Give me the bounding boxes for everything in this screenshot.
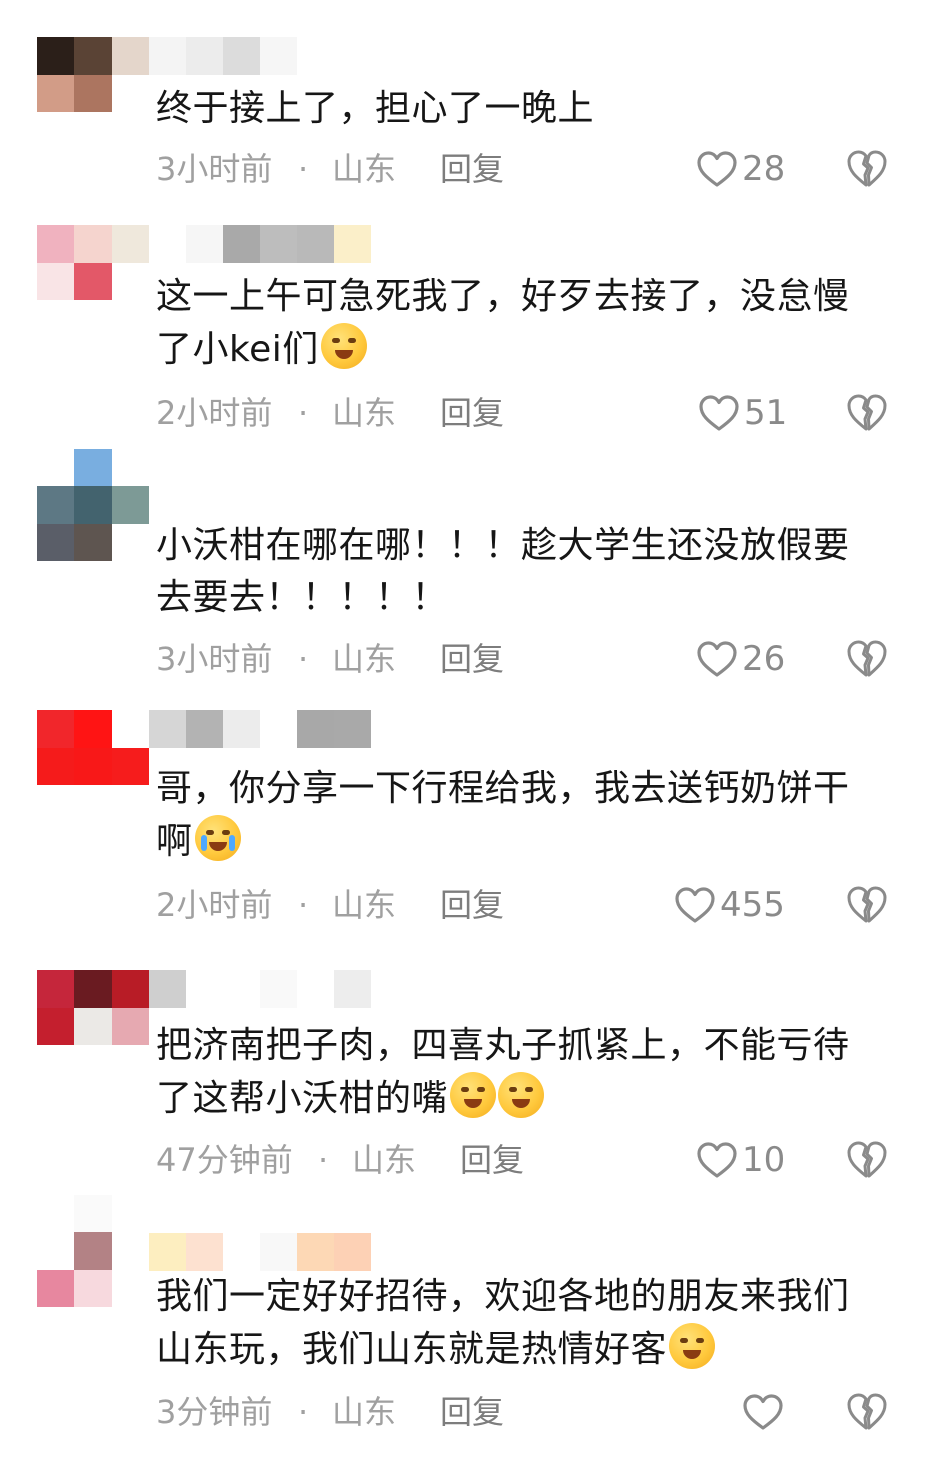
reply-button[interactable]: 回复 (440, 149, 504, 189)
comment-location: 山东 (352, 1141, 417, 1179)
comment-text: 把济南把子肉，四喜丸子抓紧上，不能亏待了这帮小沃柑的嘴 (156, 1025, 850, 1119)
like-count: 455 (720, 885, 785, 925)
avatar[interactable] (37, 37, 149, 112)
comment-meta: 2小时前 · 山东 回复 51 (156, 393, 896, 433)
comment-location: 山东 (332, 150, 397, 188)
heart-outline-icon (697, 151, 737, 187)
laughing-crying-emoji-icon (320, 323, 367, 369)
broken-heart-icon (847, 1393, 887, 1430)
like-button[interactable]: 51 (698, 393, 787, 433)
comment-time: 3小时前 (156, 640, 273, 678)
avatar[interactable] (37, 970, 149, 1045)
heart-outline-icon (743, 1394, 783, 1430)
like-button[interactable]: 28 (696, 149, 785, 189)
broken-heart-icon (847, 640, 887, 677)
comment-time: 47分钟前 (156, 1141, 293, 1179)
comment-text: 我们一定好好招待，欢迎各地的朋友来我们山东玩，我们山东就是热情好客 (156, 1276, 850, 1370)
reply-button[interactable]: 回复 (460, 1140, 524, 1180)
username-blurred[interactable] (149, 225, 371, 263)
dislike-button[interactable] (846, 637, 888, 679)
comment-location: 山东 (332, 886, 397, 924)
separator-dot: · (318, 1141, 329, 1179)
avatar[interactable] (37, 1195, 149, 1307)
avatar[interactable] (37, 225, 149, 300)
like-button[interactable]: 10 (696, 1140, 785, 1180)
username-blurred[interactable] (149, 1233, 371, 1271)
reply-button[interactable]: 回复 (440, 885, 504, 925)
like-button[interactable]: 26 (696, 639, 785, 679)
separator-dot: · (298, 394, 309, 432)
dislike-button[interactable] (846, 391, 888, 433)
comment-time: 3分钟前 (156, 1393, 273, 1431)
heart-outline-icon (697, 641, 737, 677)
reply-button[interactable]: 回复 (440, 393, 504, 433)
comment-location: 山东 (332, 1393, 397, 1431)
avatar[interactable] (37, 710, 149, 785)
heart-outline-icon (697, 1142, 737, 1178)
comment-text: 哥，你分享一下行程给我，我去送钙奶饼干啊 (156, 768, 850, 862)
broken-heart-icon (847, 394, 887, 431)
reply-button[interactable]: 回复 (440, 639, 504, 679)
like-count: 26 (742, 639, 786, 679)
separator-dot: · (298, 150, 309, 188)
dislike-button[interactable] (846, 883, 888, 925)
comment-meta: 3小时前 · 山东 回复 28 (156, 149, 896, 189)
like-button[interactable]: 455 (674, 885, 785, 925)
comment-location: 山东 (332, 394, 397, 432)
comment-text: 终于接上了，担心了一晚上 (156, 88, 595, 129)
dislike-button[interactable] (846, 1138, 888, 1180)
like-count: 10 (742, 1140, 786, 1180)
reply-button[interactable]: 回复 (440, 1392, 504, 1432)
crying-face-emoji-icon (194, 815, 241, 861)
comment-meta: 47分钟前 · 山东 回复 10 (156, 1140, 896, 1180)
comment-time: 2小时前 (156, 394, 273, 432)
dislike-button[interactable] (846, 147, 888, 189)
dislike-button[interactable] (846, 1390, 888, 1432)
hand-over-mouth-emoji-icon (450, 1072, 497, 1118)
comment-time: 3小时前 (156, 150, 273, 188)
comment-text: 这一上午可急死我了，好歹去接了，没怠慢了小kei们 (156, 276, 850, 370)
hand-over-mouth-emoji-icon (498, 1072, 545, 1118)
comment-meta: 3小时前 · 山东 回复 26 (156, 639, 896, 679)
comment-text: 小沃柑在哪在哪！！！趁大学生还没放假要去要去！！！！！ (156, 525, 850, 618)
separator-dot: · (298, 640, 309, 678)
broken-heart-icon (847, 886, 887, 923)
broken-heart-icon (847, 1141, 887, 1178)
username-blurred[interactable] (149, 970, 371, 1008)
smirking-face-emoji-icon (669, 1323, 716, 1369)
like-button[interactable] (742, 1392, 788, 1432)
username-blurred[interactable] (149, 710, 371, 748)
username-blurred[interactable] (149, 37, 297, 75)
comment-meta: 2小时前 · 山东 回复 455 (156, 885, 896, 925)
separator-dot: · (298, 1393, 309, 1431)
heart-outline-icon (699, 395, 739, 431)
separator-dot: · (298, 886, 309, 924)
like-count: 51 (744, 393, 788, 433)
heart-outline-icon (675, 887, 715, 923)
avatar[interactable] (37, 449, 149, 561)
broken-heart-icon (847, 150, 887, 187)
comment-meta: 3分钟前 · 山东 回复 (156, 1392, 896, 1432)
comment-time: 2小时前 (156, 886, 273, 924)
comment-location: 山东 (332, 640, 397, 678)
like-count: 28 (742, 149, 786, 189)
